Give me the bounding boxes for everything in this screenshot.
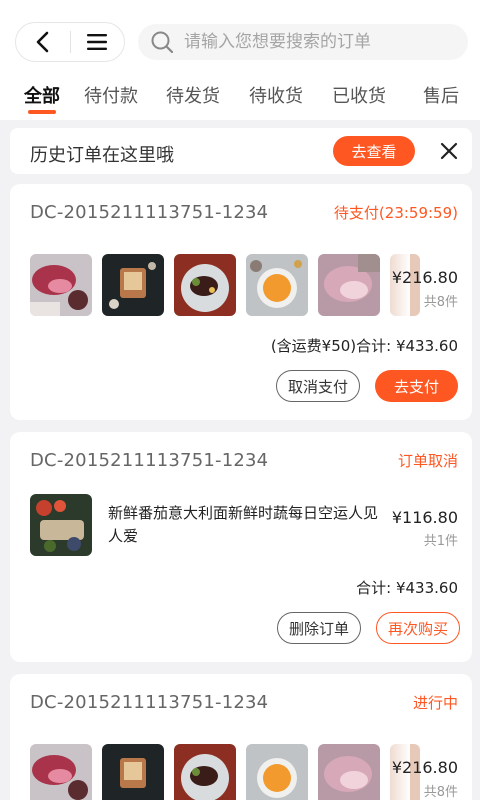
order-number: DC-2015211113751-1234 (30, 692, 269, 713)
order-card[interactable]: DC-2015211113751-1234 待支付(23:59:59) ¥216… (10, 184, 472, 420)
order-status: 订单取消 (397, 452, 458, 470)
view-history-button[interactable]: 去查看 (333, 136, 415, 166)
product-image[interactable] (318, 254, 380, 316)
item-count: 共1件 (423, 534, 458, 549)
buy-again-button[interactable]: 再次购买 (376, 612, 460, 644)
back-button[interactable] (16, 22, 70, 62)
menu-button[interactable] (70, 22, 124, 62)
history-banner: 历史订单在这里哦 去查看 (10, 128, 472, 174)
product-name[interactable]: 新鲜番茄意大利面新鲜时蔬每日空运人见人爱 (108, 502, 378, 548)
back-icon (36, 31, 49, 53)
search-input[interactable] (184, 32, 454, 52)
nav-capsule (15, 22, 125, 62)
tab-all[interactable]: 全部 (24, 82, 60, 108)
product-image[interactable] (30, 494, 92, 556)
product-image[interactable] (174, 744, 236, 800)
tab-pending-payment[interactable]: 待付款 (84, 82, 138, 108)
order-price: ¥216.80 (391, 268, 458, 287)
product-image[interactable] (246, 254, 308, 316)
tab-received[interactable]: 已收货 (332, 82, 386, 108)
order-card[interactable]: DC-2015211113751-1234 进行中 ¥216.80 共8件 (10, 674, 472, 800)
pay-button[interactable]: 去支付 (375, 370, 458, 402)
order-card[interactable]: DC-2015211113751-1234 订单取消 新鲜番茄意大利面新鲜时蔬每… (10, 432, 472, 662)
product-image[interactable] (102, 254, 164, 316)
item-count: 共8件 (423, 295, 458, 310)
active-tab-indicator (28, 110, 56, 114)
item-count: 共8件 (423, 785, 458, 800)
banner-text: 历史订单在这里哦 (30, 145, 174, 166)
order-status: 待支付(23:59:59) (333, 204, 458, 222)
order-tabs: 全部 待付款 待发货 待收货 已收货 售后 (0, 70, 480, 120)
order-total: (含运费¥50)合计: ¥433.60 (270, 337, 458, 355)
product-image[interactable] (318, 744, 380, 800)
menu-icon (87, 34, 108, 50)
tab-pending-shipment[interactable]: 待发货 (166, 82, 220, 108)
cancel-payment-button[interactable]: 取消支付 (276, 370, 360, 402)
delete-order-button[interactable]: 删除订单 (277, 612, 361, 644)
order-price: ¥116.80 (391, 508, 458, 527)
product-image[interactable] (246, 744, 308, 800)
product-image[interactable] (30, 744, 92, 800)
order-status: 进行中 (412, 694, 458, 712)
search-bar[interactable] (138, 24, 468, 60)
product-image[interactable] (30, 254, 92, 316)
product-image[interactable] (174, 254, 236, 316)
tab-after-sales[interactable]: 售后 (423, 82, 459, 108)
order-number: DC-2015211113751-1234 (30, 450, 269, 471)
order-total: 合计: ¥433.60 (356, 579, 458, 597)
order-price: ¥216.80 (391, 758, 458, 777)
top-bar (0, 0, 480, 70)
order-number: DC-2015211113751-1234 (30, 202, 269, 223)
product-image[interactable] (102, 744, 164, 800)
close-icon[interactable] (438, 140, 460, 162)
tab-pending-receipt[interactable]: 待收货 (249, 82, 303, 108)
search-icon (151, 31, 174, 54)
